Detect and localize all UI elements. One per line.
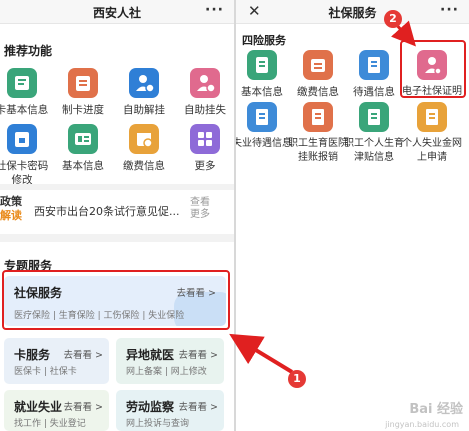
step-marker-2: 2 (384, 10, 402, 28)
watermark-url: jingyan.baidu.com (385, 420, 459, 429)
annotation-arrows (229, 20, 417, 374)
watermark-logo: Bai 经验 (409, 402, 463, 417)
step-marker-1: 1 (288, 370, 306, 388)
screenshot-stage: 西安人社 ··· 推荐功能 卡基本信息 制卡进度 自助解挂 自助挂失 社保卡密码… (0, 0, 469, 431)
